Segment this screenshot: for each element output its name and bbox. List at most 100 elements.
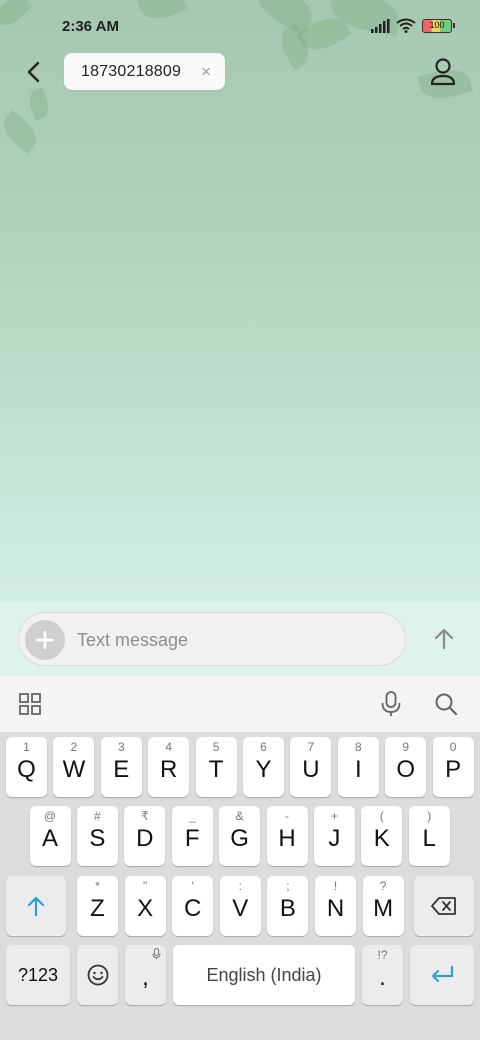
status-time: 2:36 AM bbox=[62, 18, 119, 35]
key-j[interactable]: + J bbox=[313, 806, 355, 866]
key-a[interactable]: @ A bbox=[29, 806, 71, 866]
comma-key-label: , bbox=[142, 964, 149, 991]
key-label: M bbox=[373, 895, 394, 922]
key-label: V bbox=[232, 895, 249, 922]
key-hint: # bbox=[94, 809, 101, 823]
key-hint: 2 bbox=[70, 740, 78, 754]
contact-button[interactable] bbox=[428, 57, 458, 89]
attach-button[interactable] bbox=[25, 620, 65, 660]
key-hint: _ bbox=[188, 809, 196, 823]
shift-key[interactable] bbox=[6, 876, 66, 936]
search-icon[interactable] bbox=[433, 691, 459, 717]
recipient-number: 18730218809 bbox=[81, 62, 182, 80]
key-i[interactable]: 8I bbox=[337, 737, 379, 797]
key-e[interactable]: 3E bbox=[100, 737, 142, 797]
key-hint: 3 bbox=[117, 740, 125, 754]
key-label: H bbox=[278, 825, 296, 852]
key-k[interactable]: (K bbox=[361, 806, 403, 866]
key-label: U bbox=[302, 756, 320, 783]
period-key[interactable]: !? . bbox=[362, 945, 403, 1005]
key-hint: ! bbox=[333, 879, 338, 893]
key-label: Z bbox=[90, 895, 105, 922]
key-label: O bbox=[396, 756, 416, 783]
key-b[interactable]: ; B bbox=[267, 876, 309, 936]
key-q[interactable]: 1Q bbox=[6, 737, 47, 797]
key-m[interactable]: ? M bbox=[362, 876, 404, 936]
comma-key[interactable]: , bbox=[125, 945, 166, 1005]
leaf-decoration bbox=[25, 86, 53, 122]
person-icon bbox=[430, 58, 456, 86]
key-r[interactable]: 4R bbox=[148, 737, 190, 797]
key-hint: 7 bbox=[307, 740, 315, 754]
key-x[interactable]: " X bbox=[124, 876, 166, 936]
key-label: T bbox=[208, 756, 224, 783]
symbols-key[interactable]: ?123 bbox=[6, 945, 70, 1005]
status-icons: 100 bbox=[370, 18, 455, 33]
key-hint: 1 bbox=[23, 740, 30, 754]
remove-recipient-icon[interactable]: × bbox=[201, 62, 211, 82]
backspace-icon bbox=[431, 897, 456, 915]
wifi-icon bbox=[396, 18, 416, 33]
key-d[interactable]: ₹ D bbox=[124, 806, 166, 866]
key-o[interactable]: 9O bbox=[385, 737, 427, 797]
key-hint: 4 bbox=[165, 740, 173, 754]
keyboard: 1Q2W3E4R5T6Y7U8I9O0P @ A # S ₹ D _ F & G - H + J(K) L … bbox=[0, 732, 480, 1040]
recipient-chip[interactable]: 18730218809 × bbox=[64, 53, 225, 90]
apps-grid-icon[interactable] bbox=[19, 693, 41, 715]
chat-background bbox=[0, 0, 480, 602]
key-c[interactable]: ' C bbox=[172, 876, 214, 936]
key-f[interactable]: _ F bbox=[171, 806, 213, 866]
key-n[interactable]: ! N bbox=[315, 876, 356, 936]
key-v[interactable]: :V bbox=[219, 876, 261, 936]
key-hint: 8 bbox=[354, 740, 362, 754]
symbols-key-label: ?123 bbox=[17, 964, 59, 985]
key-label: B bbox=[279, 895, 296, 922]
key-label: C bbox=[184, 895, 202, 922]
key-t[interactable]: 5T bbox=[195, 737, 237, 797]
shift-arrow-path bbox=[27, 896, 45, 917]
key-hint: & bbox=[235, 809, 244, 823]
backspace-key[interactable] bbox=[414, 876, 474, 936]
key-l[interactable]: ) L bbox=[408, 806, 450, 866]
key-hint: 5 bbox=[212, 740, 220, 754]
key-hint: ) bbox=[427, 809, 432, 823]
key-label: E bbox=[113, 756, 130, 783]
emoji-key[interactable] bbox=[77, 945, 118, 1005]
key-label: J bbox=[328, 825, 341, 852]
key-label: X bbox=[137, 895, 154, 922]
back-arrow-icon bbox=[27, 61, 40, 83]
send-button[interactable] bbox=[432, 627, 456, 651]
message-input[interactable]: Text message bbox=[77, 630, 188, 651]
key-label: G bbox=[230, 825, 249, 852]
key-s[interactable]: # S bbox=[76, 806, 118, 866]
key-y[interactable]: 6Y bbox=[243, 737, 284, 797]
message-composer: Text message bbox=[18, 612, 406, 666]
key-g[interactable]: & G bbox=[219, 806, 261, 866]
key-h[interactable]: -H bbox=[266, 806, 308, 866]
key-label: Q bbox=[17, 756, 36, 783]
status-bar: 2:36 AM 100 bbox=[0, 0, 480, 56]
key-hint: 0 bbox=[449, 740, 457, 754]
voice-hint-icon bbox=[152, 948, 161, 960]
space-key-label: English (India) bbox=[206, 964, 322, 985]
shift-arrow-icon bbox=[27, 896, 45, 917]
space-key[interactable]: English (India) bbox=[173, 945, 355, 1005]
key-label: A bbox=[41, 825, 58, 852]
key-u[interactable]: 7U bbox=[290, 737, 332, 797]
key-p[interactable]: 0P bbox=[432, 737, 474, 797]
back-button[interactable] bbox=[18, 55, 48, 89]
key-label: D bbox=[136, 825, 154, 852]
key-z[interactable]: * Z bbox=[77, 876, 118, 936]
key-hint: - bbox=[285, 809, 289, 823]
enter-key[interactable] bbox=[410, 945, 474, 1005]
period-key-hint: !? bbox=[377, 948, 388, 962]
key-label: R bbox=[160, 756, 178, 783]
keyboard-toolbar bbox=[0, 676, 480, 732]
key-hint: ; bbox=[286, 879, 290, 893]
period-key-label: . bbox=[379, 964, 386, 991]
key-w[interactable]: 2W bbox=[53, 737, 95, 797]
key-label: Y bbox=[255, 756, 272, 783]
key-label: N bbox=[326, 895, 345, 922]
microphone-icon[interactable] bbox=[379, 690, 403, 718]
send-arrow-icon bbox=[434, 628, 454, 650]
